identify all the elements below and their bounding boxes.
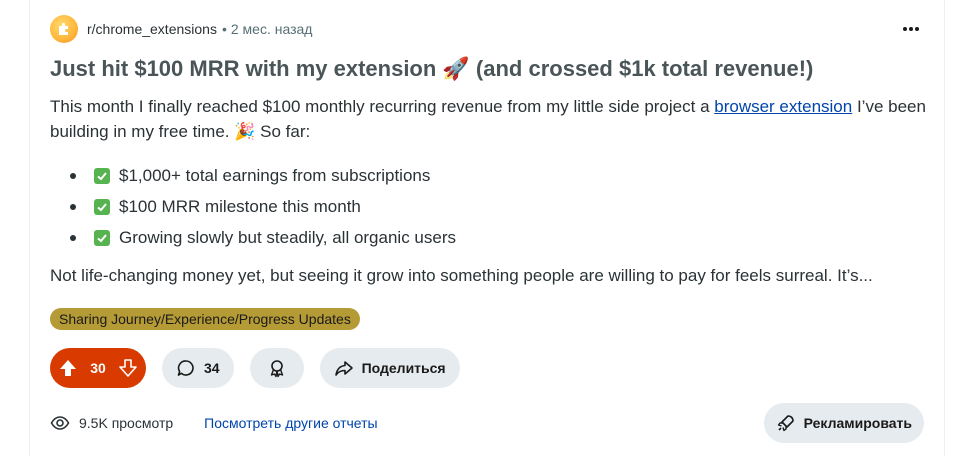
comment-icon [176, 358, 196, 378]
share-icon [334, 358, 354, 378]
post-time: 2 мес. назад [230, 21, 313, 37]
share-button[interactable]: Поделиться [319, 348, 460, 388]
overflow-menu-icon[interactable] [898, 16, 924, 42]
views-text: 9.5K просмотр [79, 415, 174, 431]
list-item-text: $100 MRR milestone this month [119, 196, 361, 216]
list-item: $1,000+ total earnings from subscription… [70, 160, 456, 191]
bullet-list: $1,000+ total earnings from subscription… [70, 160, 456, 253]
promote-icon [776, 413, 796, 433]
list-item-text: $1,000+ total earnings from subscription… [119, 165, 431, 185]
eye-icon [50, 415, 70, 431]
body-text-1: This month I finally reached $100 monthl… [50, 97, 715, 116]
body-link[interactable]: browser extension [714, 97, 852, 116]
downvote-icon[interactable] [118, 358, 138, 378]
share-label: Поделиться [361, 360, 446, 376]
promote-button[interactable]: Рекламировать [763, 403, 924, 443]
post-header: r/chrome_extensions • 2 мес. назад [50, 14, 312, 44]
comment-count: 34 [204, 360, 220, 376]
list-item-text: Growing slowly but steadily, all organic… [119, 227, 456, 247]
meta-separator: • [221, 21, 227, 37]
post-title[interactable]: Just hit $100 MRR with my extension 🚀 (a… [50, 56, 813, 82]
award-button[interactable] [249, 348, 304, 388]
list-item: Growing slowly but steadily, all organic… [70, 222, 456, 253]
comments-button[interactable]: 34 [162, 348, 234, 388]
post-card[interactable]: r/chrome_extensions • 2 мес. назад Just … [29, 0, 945, 456]
checkmark-icon [94, 167, 110, 184]
checkmark-icon [94, 198, 110, 215]
post-continuation[interactable]: Not life-changing money yet, but seeing … [50, 266, 873, 286]
upvote-icon[interactable] [58, 358, 78, 378]
vote-count: 30 [90, 360, 106, 376]
promote-label: Рекламировать [803, 415, 912, 431]
bullet-dot [70, 234, 76, 241]
post-footer: 9.5K просмотр Посмотреть другие отчеты [50, 410, 378, 436]
views-counter: 9.5K просмотр [50, 415, 173, 431]
post-body: This month I finally reached $100 monthl… [50, 94, 930, 144]
subreddit-avatar-icon[interactable] [50, 15, 78, 43]
bullet-dot [70, 203, 76, 210]
other-reports-link[interactable]: Посмотреть другие отчеты [204, 415, 377, 431]
post-flair[interactable]: Sharing Journey/Experience/Progress Upda… [50, 308, 360, 330]
vote-control: 30 [50, 348, 146, 388]
list-item: $100 MRR milestone this month [70, 191, 456, 222]
award-icon [267, 358, 287, 378]
checkmark-icon [94, 229, 110, 246]
action-bar: 30 34 Поделиться [50, 348, 460, 388]
bullet-dot [70, 172, 76, 179]
subreddit-name[interactable]: r/chrome_extensions [87, 21, 217, 37]
